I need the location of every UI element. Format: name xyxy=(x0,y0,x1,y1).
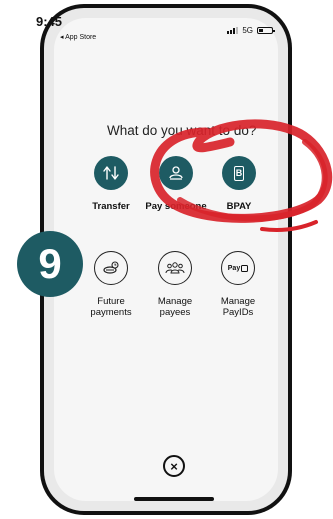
person-icon xyxy=(159,156,193,190)
payid-icon: Pay xyxy=(221,251,255,285)
payid-logo-mark xyxy=(241,264,249,272)
page-heading: What do you want to do? xyxy=(107,123,257,138)
payees-icon xyxy=(158,251,192,285)
future-payments-icon xyxy=(94,251,128,285)
battery-icon xyxy=(257,27,275,34)
bpay-label: BPAY xyxy=(226,201,252,212)
manage-payids-tile[interactable]: Pay Manage PayIDs xyxy=(198,251,278,318)
manage-payids-label: Manage PayIDs xyxy=(220,296,256,318)
status-indicators: 5G xyxy=(227,26,275,35)
transfer-icon xyxy=(94,156,128,190)
network-type: 5G xyxy=(242,26,253,35)
payid-logo-text: Pay xyxy=(227,264,241,272)
bpay-tile[interactable]: B BPAY xyxy=(199,156,279,212)
signal-icon xyxy=(227,27,239,34)
close-button[interactable]: × xyxy=(163,455,185,477)
step-number-badge: 9 xyxy=(17,231,83,297)
home-indicator xyxy=(134,497,214,501)
bpay-icon: B xyxy=(222,156,256,190)
status-time: 9:45 xyxy=(36,14,63,29)
back-to-app-store[interactable]: ◂ App Store xyxy=(60,33,96,41)
bpay-logo: B xyxy=(234,165,244,181)
